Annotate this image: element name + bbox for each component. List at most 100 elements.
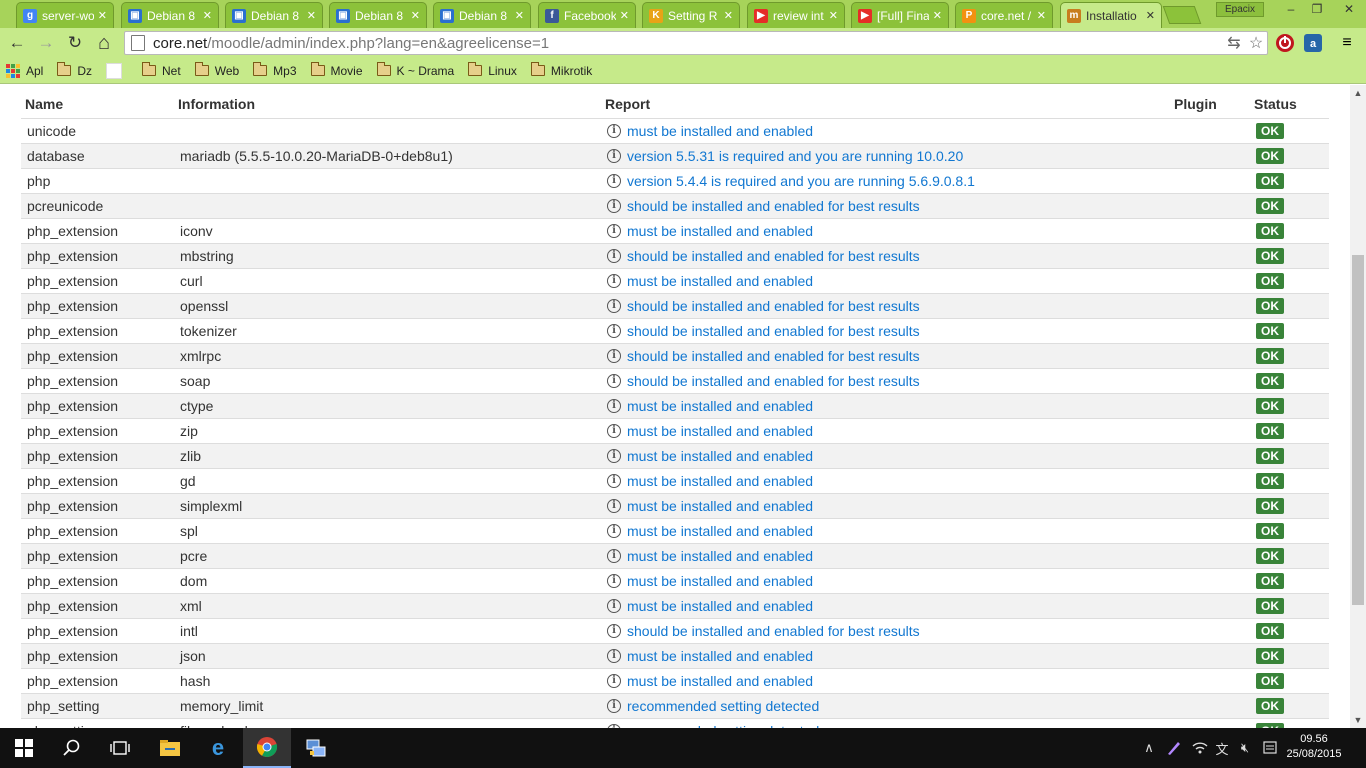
tab-close-icon[interactable]: ✕ <box>724 9 733 22</box>
forward-button[interactable]: → <box>34 31 58 55</box>
profile-button[interactable]: Epacix <box>1216 2 1264 17</box>
wifi-icon[interactable] <box>1189 728 1211 768</box>
bookmark-folder[interactable]: Mikrotik <box>530 62 592 78</box>
browser-tab[interactable]: ▣ Debian 8 ✕ <box>433 2 531 28</box>
browser-tab[interactable]: g server-wo ✕ <box>16 2 114 28</box>
cell-name: unicode <box>21 117 174 143</box>
cell-information: spl <box>174 517 601 543</box>
bookmark-folder[interactable]: Mp3 <box>253 62 297 78</box>
new-tab-button[interactable] <box>1162 6 1202 24</box>
language-icon[interactable]: 文 <box>1211 728 1233 768</box>
report-link[interactable]: i should be installed and enabled for bes… <box>607 348 1164 364</box>
report-link[interactable]: i must be installed and enabled <box>607 398 1164 414</box>
show-hidden-icons-icon[interactable]: ∧ <box>1138 728 1160 768</box>
report-link[interactable]: i must be installed and enabled <box>607 648 1164 664</box>
report-link[interactable]: i should be installed and enabled for bes… <box>607 323 1164 339</box>
report-text: should be installed and enabled for best… <box>627 372 920 389</box>
report-link[interactable]: i version 5.5.31 is required and you are … <box>607 148 1164 164</box>
scroll-up-arrow-icon[interactable]: ▲ <box>1350 85 1366 101</box>
file-explorer-button[interactable] <box>146 728 194 768</box>
report-link[interactable]: i must be installed and enabled <box>607 448 1164 464</box>
cell-plugin <box>1170 267 1250 293</box>
tab-close-icon[interactable]: ✕ <box>620 9 629 22</box>
tab-close-icon[interactable]: ✕ <box>307 9 316 22</box>
table-row: php_extension iconv i must be installed and… <box>21 217 1329 243</box>
minimize-button[interactable]: – <box>1278 0 1304 18</box>
search-button[interactable] <box>48 728 96 768</box>
url-text[interactable]: core.net/moodle/admin/index.php?lang=en&… <box>153 35 1223 52</box>
chrome-button[interactable] <box>243 728 291 768</box>
report-link[interactable]: i must be installed and enabled <box>607 673 1164 689</box>
bookmark-folder[interactable]: Dz <box>57 62 92 78</box>
browser-tab[interactable]: ▶ review int ✕ <box>747 2 845 28</box>
tab-close-icon[interactable]: ✕ <box>411 9 420 22</box>
bookmark-folder[interactable]: Movie <box>310 62 363 78</box>
report-link[interactable]: i should be installed and enabled for bes… <box>607 623 1164 639</box>
bookmark-apps[interactable]: Apl <box>6 63 43 78</box>
reload-button[interactable]: ↻ <box>63 31 87 55</box>
scrollbar-thumb[interactable] <box>1352 255 1364 605</box>
start-button[interactable] <box>0 728 48 768</box>
address-bar[interactable]: core.net/moodle/admin/index.php?lang=en&… <box>124 31 1268 55</box>
report-link[interactable]: i must be installed and enabled <box>607 498 1164 514</box>
vertical-scrollbar[interactable]: ▲ ▼ <box>1350 85 1366 728</box>
tab-close-icon[interactable]: ✕ <box>203 9 212 22</box>
action-center-icon[interactable] <box>1259 728 1281 768</box>
report-link[interactable]: i version 5.4.4 is required and you are r… <box>607 173 1164 189</box>
report-link[interactable]: i should be installed and enabled for bes… <box>607 248 1164 264</box>
system-clock[interactable]: 09.56 25/08/2015 <box>1284 732 1344 762</box>
report-link[interactable]: i should be installed and enabled for bes… <box>607 298 1164 314</box>
amazon-extension-icon[interactable]: a <box>1302 32 1324 54</box>
bookmark-folder[interactable]: Net <box>142 62 181 78</box>
maximize-button[interactable]: ❐ <box>1304 0 1330 18</box>
bookmark-blank[interactable] <box>106 62 128 79</box>
report-link[interactable]: i must be installed and enabled <box>607 523 1164 539</box>
cell-plugin <box>1170 192 1250 218</box>
tab-close-icon[interactable]: ✕ <box>829 9 838 22</box>
scroll-down-arrow-icon[interactable]: ▼ <box>1350 712 1366 728</box>
browser-tab[interactable]: f Facebook ✕ <box>538 2 636 28</box>
cell-information: xmlrpc <box>174 342 601 368</box>
close-window-button[interactable]: ✕ <box>1332 0 1366 18</box>
edge-button[interactable]: e <box>194 728 242 768</box>
power-extension-icon[interactable] <box>1274 32 1296 54</box>
tab-close-icon[interactable]: ✕ <box>933 9 942 22</box>
report-link[interactable]: i must be installed and enabled <box>607 598 1164 614</box>
home-button[interactable]: ⌂ <box>92 31 116 55</box>
report-link[interactable]: i must be installed and enabled <box>607 573 1164 589</box>
tab-close-icon[interactable]: ✕ <box>515 9 524 22</box>
report-text: must be installed and enabled <box>627 397 814 414</box>
translate-icon[interactable]: ⇆ <box>1223 32 1245 54</box>
report-link[interactable]: i should be installed and enabled for bes… <box>607 198 1164 214</box>
report-link[interactable]: i must be installed and enabled <box>607 123 1164 139</box>
report-link[interactable]: i must be installed and enabled <box>607 423 1164 439</box>
volume-muted-icon[interactable]: 🔇︎ <box>1234 728 1256 768</box>
tab-close-icon[interactable]: ✕ <box>1037 9 1046 22</box>
browser-tab[interactable]: ▣ Debian 8 ✕ <box>225 2 323 28</box>
bookmark-star-icon[interactable]: ☆ <box>1245 32 1267 54</box>
network-app-button[interactable] <box>292 728 340 768</box>
report-link[interactable]: i recommended setting detected <box>607 698 1164 714</box>
task-view-button[interactable] <box>96 728 144 768</box>
browser-tab[interactable]: ▣ Debian 8 ✕ <box>329 2 427 28</box>
tab-close-icon[interactable]: ✕ <box>1146 9 1155 22</box>
bookmark-folder[interactable]: K ~ Drama <box>376 62 454 78</box>
browser-tab[interactable]: ▶ [Full] Fina ✕ <box>851 2 949 28</box>
table-row: php_extension zlib i must be installed and … <box>21 442 1329 468</box>
report-text: must be installed and enabled <box>627 647 814 664</box>
pen-icon[interactable] <box>1163 728 1185 768</box>
bookmark-folder[interactable]: Web <box>194 62 239 78</box>
report-link[interactable]: i must be installed and enabled <box>607 548 1164 564</box>
tab-close-icon[interactable]: ✕ <box>98 9 107 22</box>
report-link[interactable]: i must be installed and enabled <box>607 273 1164 289</box>
report-link[interactable]: i must be installed and enabled <box>607 223 1164 239</box>
report-link[interactable]: i should be installed and enabled for bes… <box>607 373 1164 389</box>
back-button[interactable]: ← <box>5 31 29 55</box>
browser-tab[interactable]: Pcore.net / ✕ <box>955 2 1053 28</box>
browser-tab[interactable]: m Installatio ✕ <box>1060 2 1162 28</box>
menu-icon[interactable]: ≡ <box>1336 32 1358 54</box>
bookmark-folder[interactable]: Linux <box>468 62 517 78</box>
browser-tab[interactable]: K Setting R ✕ <box>642 2 740 28</box>
browser-tab[interactable]: ▣ Debian 8 ✕ <box>121 2 219 28</box>
report-link[interactable]: i must be installed and enabled <box>607 473 1164 489</box>
